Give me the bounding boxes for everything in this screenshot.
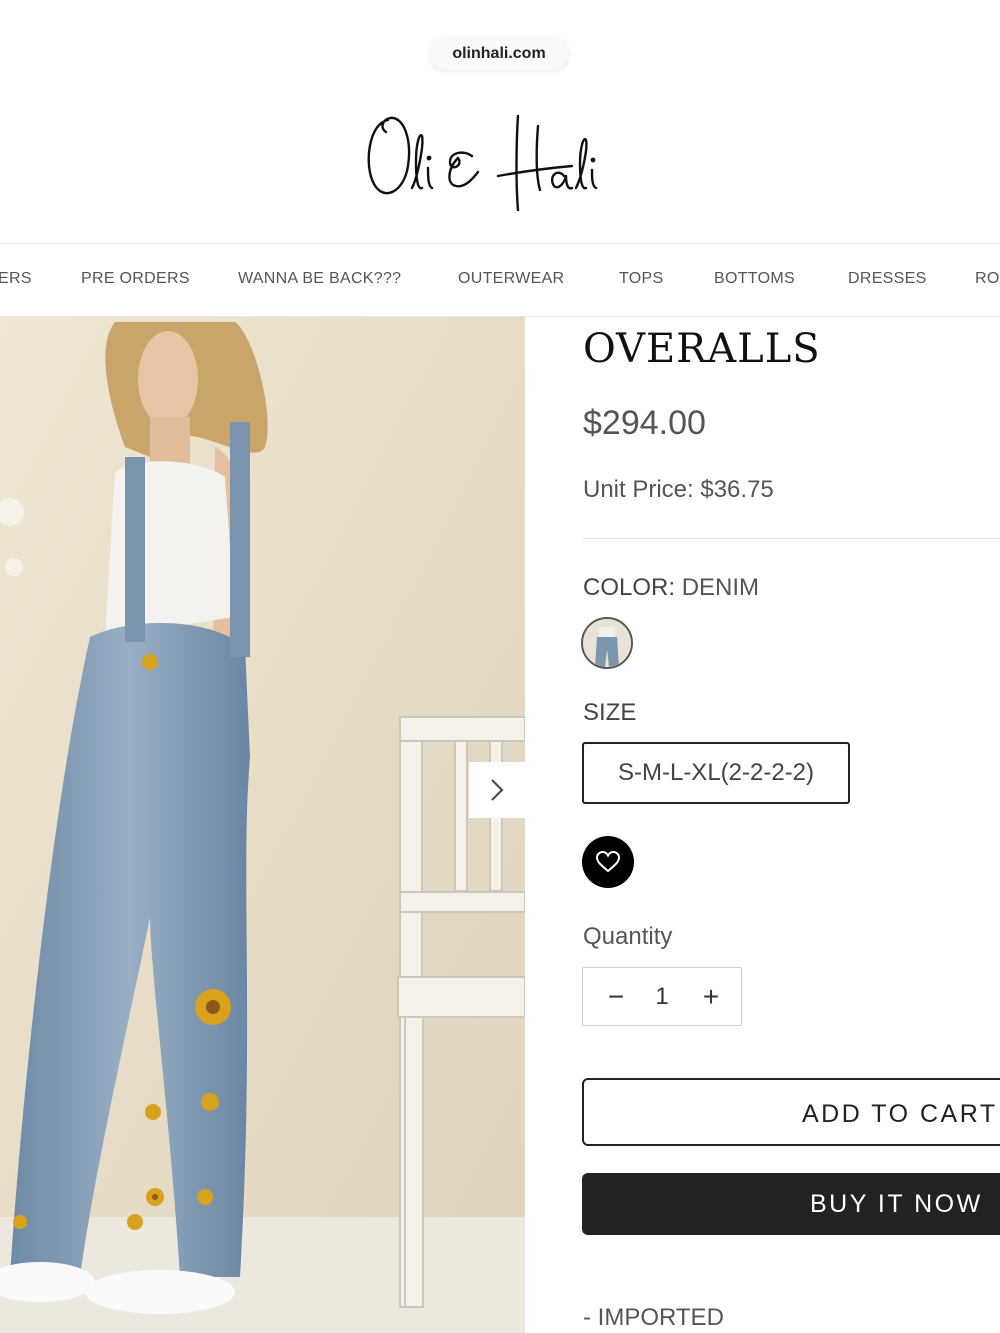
nav-item-outerwear[interactable]: OUTERWEAR	[458, 270, 564, 288]
buy-it-now-label: BUY IT NOW	[810, 1190, 983, 1218]
color-key: COLOR:	[583, 574, 676, 601]
quantity-stepper: − 1 +	[582, 967, 742, 1026]
chevron-right-icon	[491, 779, 504, 801]
quantity-decrease-button[interactable]: −	[591, 968, 641, 1025]
color-value: DENIM	[681, 574, 760, 601]
nav-item-pre-orders[interactable]: PRE ORDERS	[81, 270, 190, 288]
product-image[interactable]	[0, 317, 525, 1333]
add-to-cart-button[interactable]: ADD TO CART	[582, 1078, 1000, 1146]
nav-item-tops[interactable]: TOPS	[619, 270, 663, 288]
unit-price: Unit Price: $36.75	[583, 476, 774, 503]
gallery-next-button[interactable]	[469, 762, 525, 818]
color-swatch-denim[interactable]	[581, 617, 633, 669]
product-title: OVERALLS	[583, 326, 821, 372]
quantity-increase-button[interactable]: +	[686, 968, 736, 1025]
main-navigation: ERS PRE ORDERS WANNA BE BACK??? OUTERWEA…	[0, 244, 1000, 316]
quantity-label: Quantity	[583, 923, 673, 950]
product-price: $294.00	[583, 404, 706, 442]
size-label: SIZE	[583, 699, 637, 726]
buy-it-now-button[interactable]: BUY IT NOW	[582, 1173, 1000, 1235]
details-divider	[583, 538, 1000, 539]
heart-icon	[595, 850, 621, 873]
quantity-input[interactable]: 1	[638, 968, 686, 1025]
wishlist-button[interactable]	[582, 836, 634, 888]
nav-item-partial-right[interactable]: RO	[975, 270, 1000, 288]
add-to-cart-label: ADD TO CART	[802, 1100, 998, 1128]
nav-item-bottoms[interactable]: BOTTOMS	[714, 270, 795, 288]
color-label: COLOR: DENIM	[583, 574, 759, 602]
nav-item-wanna-be-back[interactable]: WANNA BE BACK???	[238, 270, 401, 288]
url-text: olinhali.com	[452, 45, 546, 62]
nav-item-partial-left[interactable]: ERS	[0, 270, 32, 288]
product-description-line: - IMPORTED	[583, 1304, 724, 1331]
nav-item-dresses[interactable]: DRESSES	[848, 270, 927, 288]
url-bar[interactable]: olinhali.com	[430, 38, 568, 70]
size-option-text: S-M-L-XL(2-2-2-2)	[617, 759, 815, 786]
size-option-button[interactable]: S-M-L-XL(2-2-2-2)	[582, 742, 850, 804]
brand-logo[interactable]	[360, 106, 630, 216]
